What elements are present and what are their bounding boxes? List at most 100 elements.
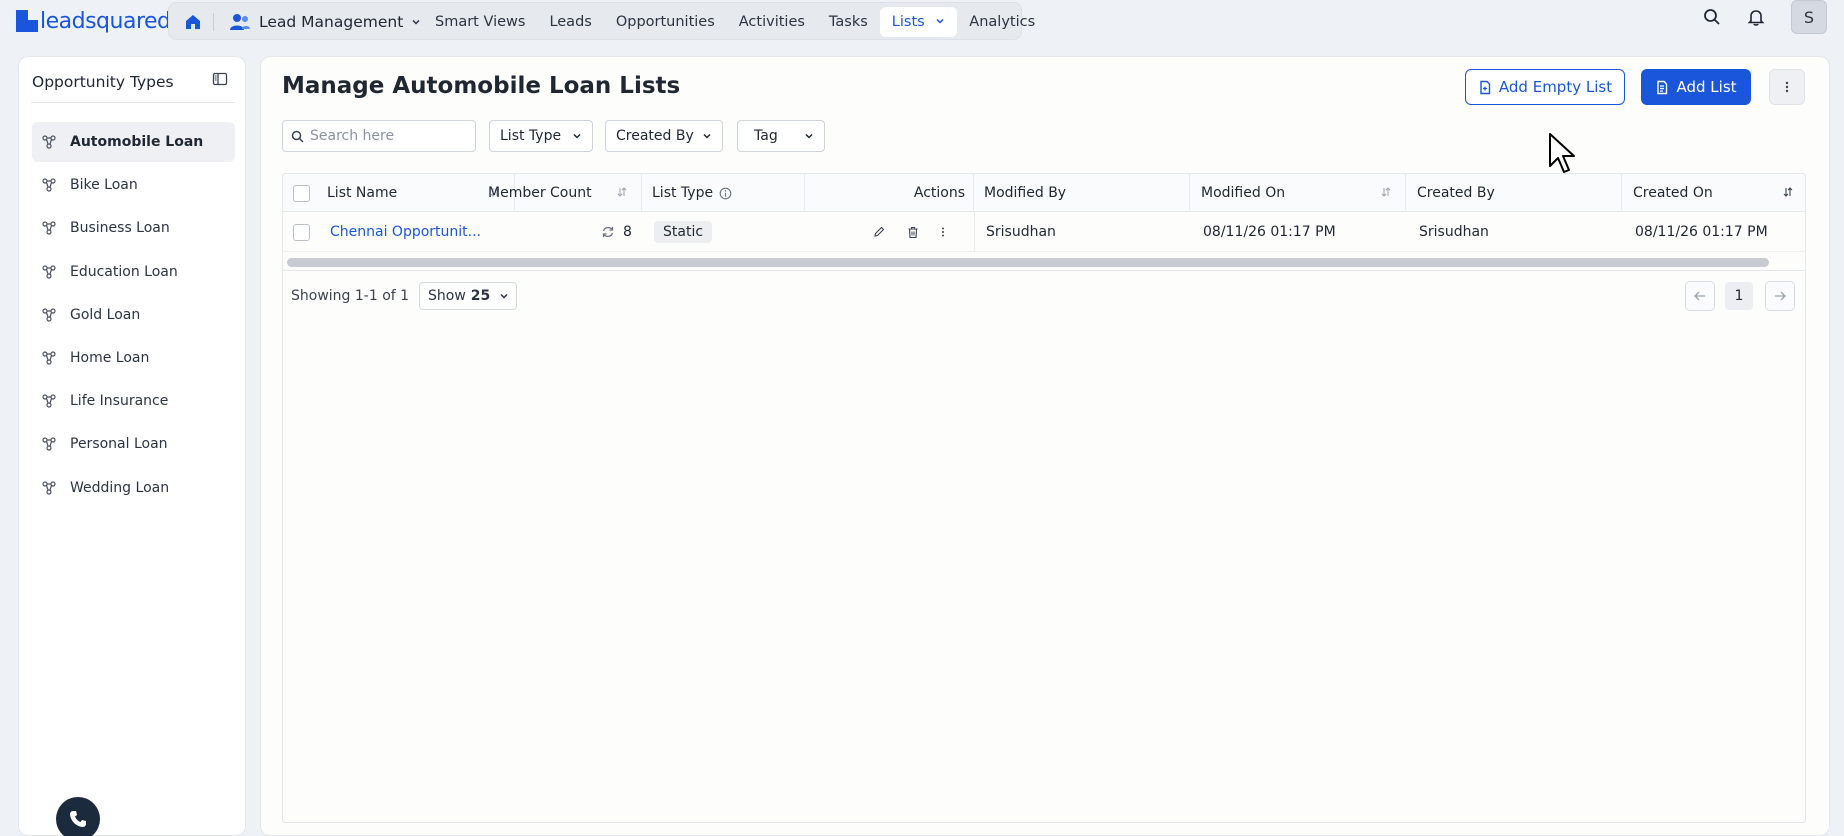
- sidebar-item-life-insurance[interactable]: Life Insurance: [32, 381, 235, 421]
- nav-item-tasks[interactable]: Tasks: [817, 7, 880, 37]
- list-type-cell: Static: [654, 212, 713, 252]
- home-icon[interactable]: [183, 12, 203, 32]
- column-header-list-type[interactable]: List Type: [642, 174, 805, 212]
- created-by-filter[interactable]: Created By: [605, 120, 723, 152]
- add-list-icon: [1480, 80, 1491, 94]
- list-name-cell: Chennai Opportunit...: [330, 212, 481, 252]
- chevron-down-icon: [703, 133, 711, 139]
- arrow-left-icon: [1694, 291, 1705, 301]
- user-avatar[interactable]: S: [1791, 0, 1827, 34]
- list-type-filter[interactable]: List Type: [489, 120, 593, 152]
- table-footer-divider: [283, 270, 1805, 271]
- list-name-link[interactable]: Chennai Opportunit...: [330, 224, 481, 240]
- top-navigation-bar: leadsquared Lead Management Smart Views …: [0, 0, 1844, 42]
- horizontal-scrollbar[interactable]: [287, 258, 1769, 267]
- current-page-number[interactable]: 1: [1725, 282, 1753, 310]
- opportunity-icon: [42, 394, 56, 408]
- next-page-button[interactable]: [1765, 281, 1795, 311]
- page-title: Manage Automobile Loan Lists: [282, 73, 681, 99]
- leadsquared-logo[interactable]: leadsquared: [16, 7, 171, 35]
- table-header: List Name Member Count List Type Actions…: [283, 174, 1805, 212]
- search-box[interactable]: [282, 120, 476, 152]
- edit-icon[interactable]: [873, 226, 885, 238]
- app-switcher[interactable]: Lead Management: [229, 9, 421, 35]
- delete-icon[interactable]: [907, 226, 919, 239]
- modified-on-cell: 08/11/26 01:17 PM: [1203, 224, 1336, 240]
- sidebar-item-wedding-loan[interactable]: Wedding Loan: [32, 468, 235, 508]
- nav-item-activities[interactable]: Activities: [727, 7, 817, 37]
- add-list-button[interactable]: Add List: [1641, 69, 1751, 105]
- opportunity-icon: [42, 351, 56, 365]
- nav-item-lists[interactable]: Lists: [879, 7, 958, 37]
- nav-item-analytics[interactable]: Analytics: [957, 7, 1047, 37]
- column-header-created-by[interactable]: Created By: [1406, 174, 1622, 212]
- chevron-down-icon: [500, 293, 508, 299]
- more-vertical-icon[interactable]: [941, 226, 945, 238]
- main-nav-group: Lead Management Smart Views Leads Opport…: [168, 2, 1035, 40]
- sort-icon[interactable]: [617, 186, 627, 198]
- phone-call-button[interactable]: [56, 797, 100, 836]
- member-count-value: 8: [623, 224, 632, 240]
- arrow-right-icon: [1775, 291, 1786, 301]
- search-icon: [291, 130, 304, 143]
- sidebar-item-automobile-loan[interactable]: Automobile Loan: [32, 122, 235, 162]
- page-size-value: 25: [470, 288, 491, 304]
- nav-item-smart-views[interactable]: Smart Views: [423, 7, 537, 37]
- search-icon[interactable]: [1702, 7, 1722, 27]
- table-row[interactable]: Chennai Opportunit... 8 Static Srisudhan…: [283, 212, 1805, 252]
- column-header-actions: Actions: [805, 174, 974, 212]
- logo-mark-icon: [16, 10, 38, 32]
- sidebar-title: Opportunity Types: [32, 73, 174, 91]
- sidebar-item-education-loan[interactable]: Education Loan: [32, 252, 235, 292]
- app-switcher-label: Lead Management: [259, 13, 404, 31]
- chevron-down-icon: [573, 133, 581, 139]
- sidebar-item-bike-loan[interactable]: Bike Loan: [32, 165, 235, 205]
- previous-page-button[interactable]: [1685, 281, 1715, 311]
- add-empty-list-button[interactable]: Add Empty List: [1465, 69, 1625, 105]
- list-type-badge: Static: [654, 221, 713, 243]
- column-header-created-on[interactable]: Created On: [1622, 174, 1805, 212]
- more-options-button[interactable]: [1769, 69, 1805, 105]
- users-icon: [230, 14, 250, 30]
- sidebar-item-personal-loan[interactable]: Personal Loan: [32, 424, 235, 464]
- phone-icon: [70, 811, 86, 827]
- sidebar-divider: [31, 102, 235, 103]
- sidebar-item-gold-loan[interactable]: Gold Loan: [32, 295, 235, 335]
- nav-item-leads[interactable]: Leads: [537, 7, 603, 37]
- collapse-sidebar-icon[interactable]: [212, 71, 228, 87]
- column-header-modified-by[interactable]: Modified By: [974, 174, 1190, 212]
- bell-icon[interactable]: [1746, 7, 1766, 27]
- chevron-down-icon: [936, 18, 944, 24]
- opportunity-icon: [42, 264, 56, 279]
- info-icon[interactable]: [719, 187, 732, 200]
- opportunity-icon: [42, 221, 56, 235]
- sidebar-item-business-loan[interactable]: Business Loan: [32, 208, 235, 248]
- sort-icon[interactable]: [1381, 186, 1391, 198]
- sort-desc-icon[interactable]: [1783, 186, 1793, 198]
- nav-item-opportunities[interactable]: Opportunities: [604, 7, 727, 37]
- opportunity-types-sidebar: Opportunity Types Automobile Loan Bike L…: [18, 56, 246, 836]
- nav-items: Smart Views Leads Opportunities Activiti…: [423, 7, 1047, 37]
- row-checkbox[interactable]: [292, 223, 310, 241]
- chevron-down-icon: [805, 133, 813, 139]
- showing-count: Showing 1-1 of 1: [291, 288, 410, 304]
- actions-cell: [873, 212, 945, 252]
- column-header-modified-on[interactable]: Modified On: [1190, 174, 1406, 212]
- opportunity-type-list: Automobile Loan Bike Loan Business Loan …: [32, 122, 235, 511]
- column-divider: [974, 212, 975, 252]
- select-all-cell: [283, 174, 319, 212]
- logo-text: leadsquared: [40, 8, 171, 34]
- sidebar-item-home-loan[interactable]: Home Loan: [32, 338, 235, 378]
- tag-filter[interactable]: Tag: [737, 120, 825, 152]
- page-size-select[interactable]: Show 25: [419, 282, 517, 310]
- created-on-cell: 08/11/26 01:17 PM: [1635, 224, 1768, 240]
- refresh-icon[interactable]: [601, 225, 615, 239]
- main-content-panel: Manage Automobile Loan Lists Add Empty L…: [260, 56, 1830, 836]
- opportunity-icon: [42, 135, 56, 149]
- add-list-icon: [1657, 80, 1668, 94]
- opportunity-icon: [42, 437, 56, 451]
- search-input[interactable]: [310, 128, 470, 144]
- select-all-checkbox[interactable]: [292, 184, 310, 202]
- opportunity-icon: [42, 480, 56, 495]
- column-header-member-count[interactable]: Member Count: [478, 174, 642, 212]
